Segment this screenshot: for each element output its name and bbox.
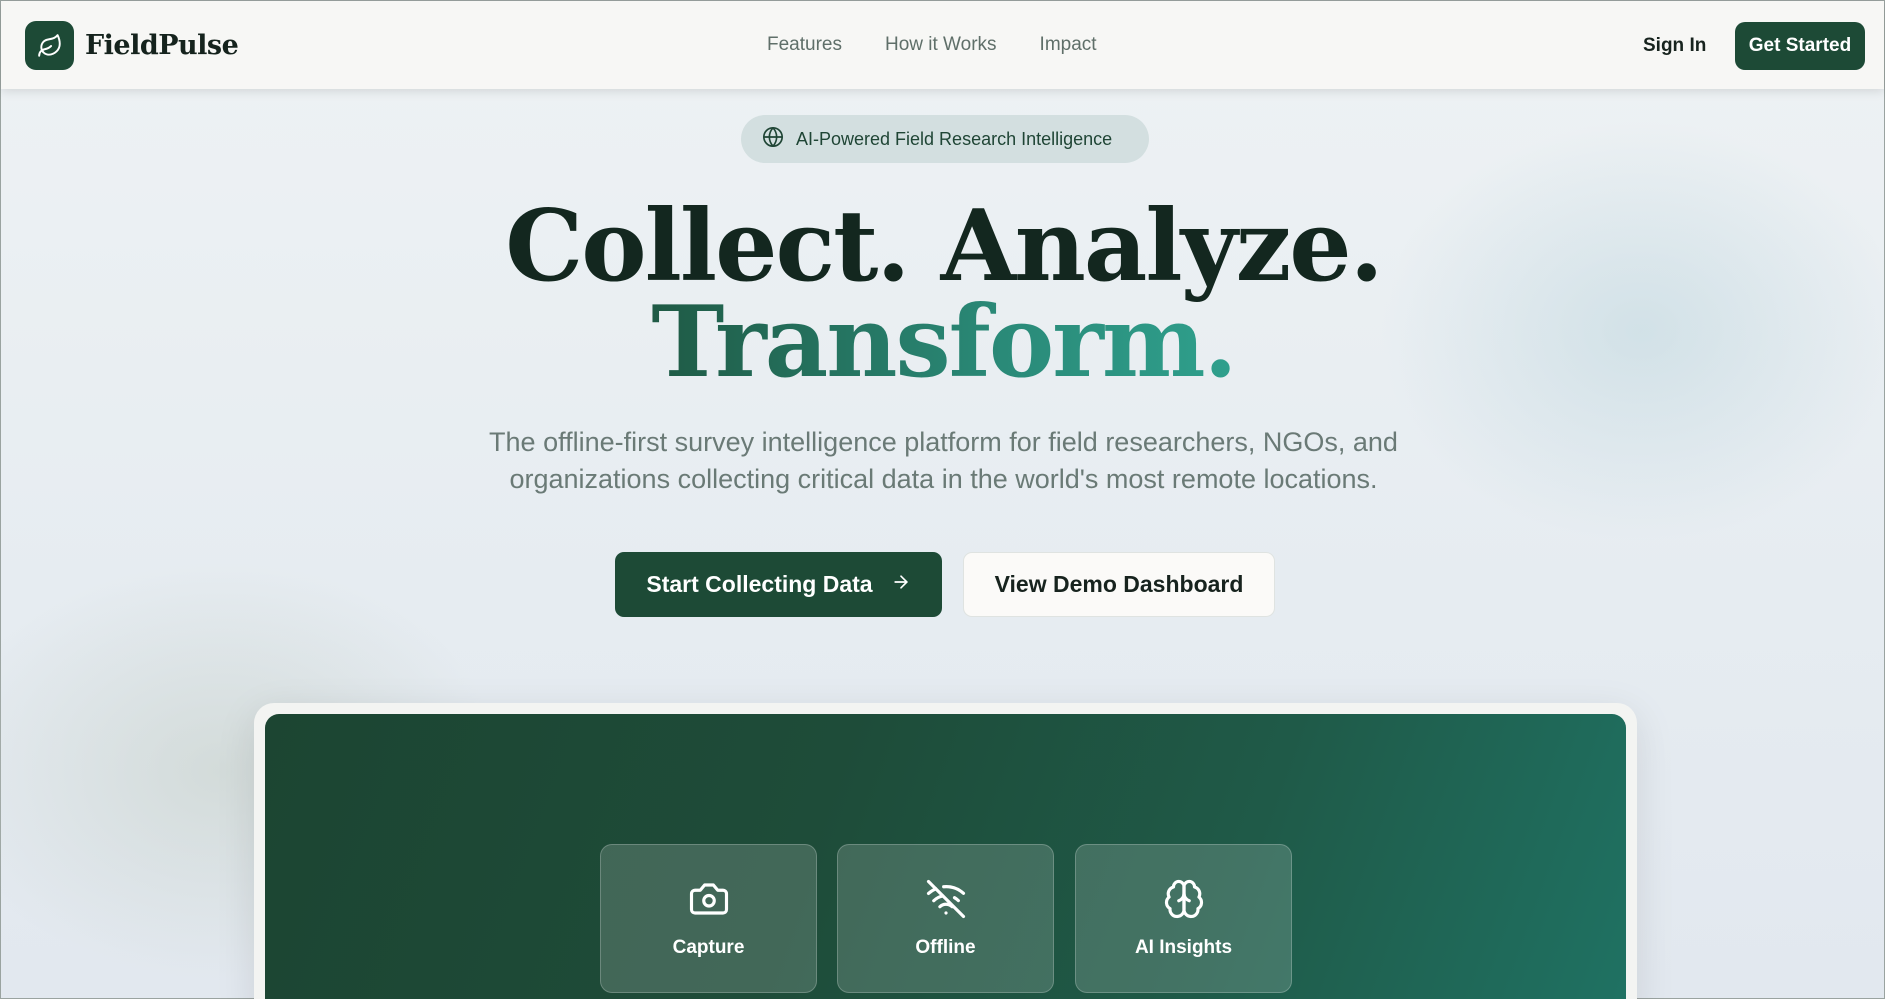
start-collecting-button[interactable]: Start Collecting Data xyxy=(615,552,942,617)
feature-label: AI Insights xyxy=(1134,937,1233,958)
top-navbar: FieldPulse Features How it Works Impact … xyxy=(1,1,1884,89)
brain-icon xyxy=(1163,879,1205,919)
sign-in-link[interactable]: Sign In xyxy=(1643,35,1706,57)
feature-card-capture[interactable]: Capture xyxy=(600,844,817,993)
brand-logo[interactable]: FieldPulse xyxy=(25,21,239,70)
globe-icon xyxy=(762,126,784,153)
hero-subtitle-line1: The offline-first survey intelligence pl… xyxy=(489,427,1398,457)
hero-subtitle-line2: organizations collecting critical data i… xyxy=(509,464,1378,494)
start-collecting-label: Start Collecting Data xyxy=(646,571,873,597)
nav-link-features[interactable]: Features xyxy=(767,34,842,56)
get-started-button[interactable]: Get Started xyxy=(1735,22,1865,70)
feature-label: Offline xyxy=(915,937,976,958)
arrow-right-icon xyxy=(891,571,911,598)
badge-text: AI-Powered Field Research Intelligence xyxy=(796,128,1113,149)
camera-icon xyxy=(688,879,730,919)
brand-name: FieldPulse xyxy=(85,30,239,61)
feature-card-ai-insights[interactable]: AI Insights xyxy=(1075,844,1292,993)
hero-subtitle: The offline-first survey intelligence pl… xyxy=(1,424,1885,498)
feature-label: Capture xyxy=(672,937,745,958)
nav-link-how-it-works[interactable]: How it Works xyxy=(885,34,997,56)
wifi-off-icon xyxy=(925,879,967,919)
hero-headline-line2: Transform. xyxy=(651,285,1237,400)
leaf-icon xyxy=(25,21,74,70)
nav-link-impact[interactable]: Impact xyxy=(1040,34,1097,56)
feature-card-offline[interactable]: Offline xyxy=(837,844,1054,993)
hero-badge: AI-Powered Field Research Intelligence xyxy=(741,115,1149,163)
hero-headline-line2-wrap: Transform. xyxy=(1,285,1885,400)
nav-links: Features How it Works Impact xyxy=(767,34,1140,56)
view-demo-button[interactable]: View Demo Dashboard xyxy=(963,552,1275,617)
